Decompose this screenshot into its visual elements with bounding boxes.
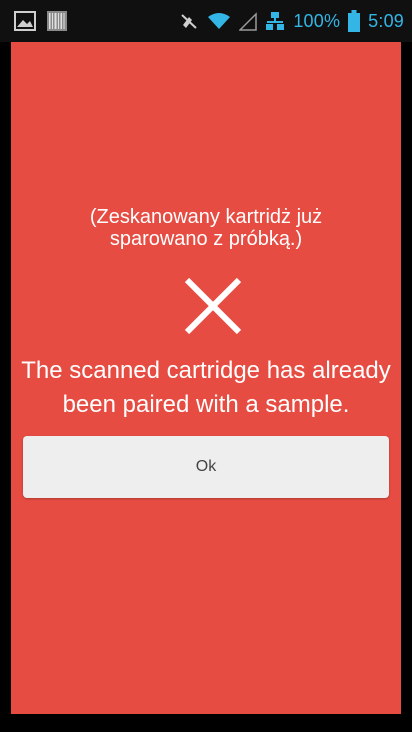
- status-bar-right: 100% 5:09: [179, 10, 412, 32]
- close-x-icon: [184, 277, 242, 335]
- polish-error-message: (Zeskanowany kartridż już sparowano z pr…: [89, 206, 323, 250]
- signal-icon: [239, 11, 258, 31]
- bottom-bezel: [0, 714, 412, 732]
- status-time: 5:09: [368, 10, 404, 31]
- error-screen: (Zeskanowany kartridż już sparowano z pr…: [11, 42, 401, 714]
- battery-icon: [348, 10, 361, 32]
- english-error-message: The scanned cartridge has already been p…: [21, 357, 391, 418]
- ok-button[interactable]: Ok: [23, 436, 389, 498]
- mute-icon: [179, 11, 199, 31]
- wifi-icon: [207, 11, 231, 31]
- status-bar-left: [0, 10, 68, 32]
- gallery-icon: [14, 11, 36, 31]
- battery-percent: 100%: [293, 10, 341, 31]
- network-icon: [265, 11, 285, 31]
- phone-screen: 100% 5:09 (Zeskanowany kartridż już spar…: [0, 0, 412, 732]
- barcode-icon: [46, 10, 68, 32]
- status-bar: 100% 5:09: [0, 0, 412, 42]
